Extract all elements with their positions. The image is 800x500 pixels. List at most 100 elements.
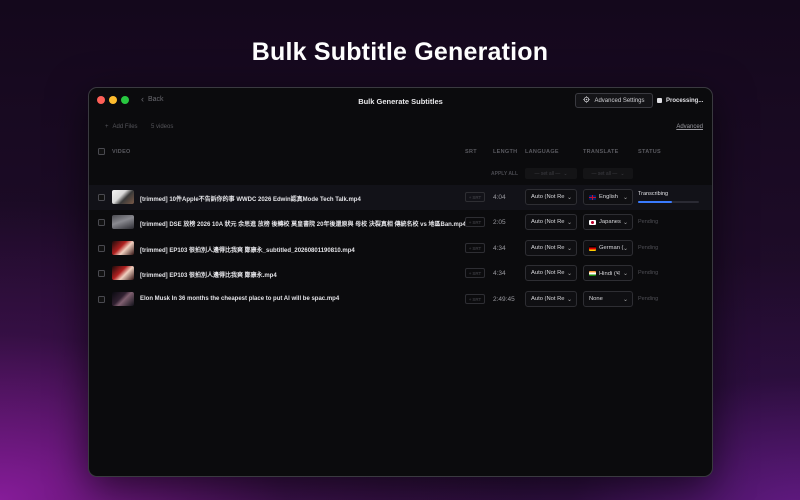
video-thumbnail bbox=[112, 215, 134, 229]
srt-button[interactable]: + SRT bbox=[465, 268, 485, 278]
translate-value: Japanes bbox=[599, 219, 621, 225]
status-text: Pending bbox=[638, 270, 659, 276]
video-count: 5 videos bbox=[151, 124, 174, 130]
chevron-down-icon: ⌄ bbox=[622, 246, 628, 252]
translate-value: English bbox=[599, 194, 619, 200]
status-text: Pending bbox=[638, 245, 659, 251]
row-checkbox[interactable] bbox=[98, 219, 105, 226]
srt-button[interactable]: + SRT bbox=[465, 243, 485, 253]
status-text: Pending bbox=[638, 219, 659, 225]
video-length: 2:49:45 bbox=[493, 296, 515, 303]
translate-select[interactable]: Japanes ⌄ bbox=[583, 214, 633, 230]
language-select[interactable]: Auto (Not Re ⌄ bbox=[525, 214, 577, 230]
video-thumbnail bbox=[112, 266, 134, 280]
language-value: Auto (Not Re bbox=[531, 219, 565, 225]
table-row[interactable]: [trimmed] 10件Apple不告訴你的事 WWDC 2026 Edwin… bbox=[89, 185, 712, 210]
table-row[interactable]: [trimmed] DSE 放榜 2026 10A 狀元 余思進 放榜 後轉校 … bbox=[89, 210, 712, 235]
progress-fill bbox=[638, 201, 672, 203]
select-all-checkbox[interactable] bbox=[98, 148, 105, 155]
advanced-settings-button[interactable]: Advanced Settings bbox=[575, 93, 653, 108]
translate-value: Hindi (भ bbox=[599, 271, 620, 277]
toolbar: + Add Files 5 videos Advanced bbox=[89, 124, 712, 136]
translate-select[interactable]: English ⌄ bbox=[583, 189, 633, 205]
language-select[interactable]: Auto (Not Re ⌄ bbox=[525, 291, 577, 307]
video-length: 4:34 bbox=[493, 245, 506, 252]
add-files-button[interactable]: + Add Files bbox=[105, 124, 138, 130]
table-row[interactable]: Elon Musk In 36 months the cheapest plac… bbox=[89, 287, 712, 312]
advanced-link[interactable]: Advanced bbox=[676, 124, 703, 130]
video-length: 4:04 bbox=[493, 194, 506, 201]
translate-select[interactable]: Hindi (भ ⌄ bbox=[583, 265, 633, 281]
chevron-down-icon: ⌄ bbox=[566, 297, 572, 303]
column-length: LENGTH bbox=[493, 149, 518, 155]
chevron-down-icon: ⌄ bbox=[566, 246, 572, 252]
plus-icon: + bbox=[468, 270, 472, 276]
file-name: [trimmed] 10件Apple不告訴你的事 WWDC 2026 Edwin… bbox=[140, 197, 361, 203]
apply-all-language-select[interactable]: — set all — ⌄ bbox=[525, 168, 577, 179]
column-srt: SRT bbox=[465, 149, 477, 155]
srt-button[interactable]: + SRT bbox=[465, 192, 485, 202]
srt-label: SRT bbox=[472, 194, 482, 200]
stop-square-icon bbox=[657, 98, 662, 103]
chevron-down-icon: ⌄ bbox=[622, 271, 628, 277]
plus-icon: + bbox=[468, 194, 472, 200]
app-window: ‹ Back Bulk Generate Subtitles Advanced … bbox=[88, 87, 713, 477]
apply-all-language-placeholder: — set all — bbox=[534, 170, 561, 177]
row-checkbox[interactable] bbox=[98, 296, 105, 303]
chevron-down-icon: ⌄ bbox=[620, 170, 625, 177]
video-thumbnail bbox=[112, 241, 134, 255]
srt-button[interactable]: + SRT bbox=[465, 217, 485, 227]
row-checkbox[interactable] bbox=[98, 270, 105, 277]
status-text: Pending bbox=[638, 296, 659, 302]
language-select[interactable]: Auto (Not Re ⌄ bbox=[525, 265, 577, 281]
india-flag-icon bbox=[589, 270, 596, 276]
japan-flag-icon bbox=[589, 219, 596, 225]
srt-button[interactable]: + SRT bbox=[465, 294, 485, 304]
video-length: 2:05 bbox=[493, 219, 506, 226]
processing-label: Processing... bbox=[666, 97, 704, 104]
chevron-down-icon: ⌄ bbox=[622, 195, 628, 201]
language-select[interactable]: Auto (Not Re ⌄ bbox=[525, 189, 577, 205]
column-language: LANGUAGE bbox=[525, 149, 559, 155]
language-select[interactable]: Auto (Not Re ⌄ bbox=[525, 240, 577, 256]
row-checkbox[interactable] bbox=[98, 194, 105, 201]
table-header: VIDEO SRT LENGTH LANGUAGE TRANSLATE STAT… bbox=[89, 148, 712, 158]
video-thumbnail bbox=[112, 292, 134, 306]
language-value: Auto (Not Re bbox=[531, 296, 565, 302]
apply-all-label: APPLY ALL bbox=[491, 171, 519, 177]
germany-flag-icon bbox=[589, 245, 596, 251]
chevron-down-icon: ⌄ bbox=[563, 170, 568, 177]
video-length: 4:34 bbox=[493, 270, 506, 277]
srt-label: SRT bbox=[472, 270, 482, 276]
table-row[interactable]: [trimmed] EP103 很拍別人邊得比我爽 鄭康永_subtitled_… bbox=[89, 236, 712, 261]
plus-icon: + bbox=[468, 219, 472, 225]
srt-label: SRT bbox=[472, 245, 482, 251]
file-name: [trimmed] EP103 很拍別人邊得比我爽 鄭康永.mp4 bbox=[140, 273, 277, 279]
translate-select[interactable]: German ( ⌄ bbox=[583, 240, 633, 256]
add-files-label: Add Files bbox=[112, 124, 138, 130]
chevron-down-icon: ⌄ bbox=[566, 271, 572, 277]
translate-select[interactable]: None ⌄ bbox=[583, 291, 633, 307]
advanced-settings-label: Advanced Settings bbox=[594, 97, 645, 104]
title-bar: ‹ Back Bulk Generate Subtitles Advanced … bbox=[89, 88, 712, 114]
apply-all-translate-placeholder: — set all — bbox=[591, 170, 618, 177]
chevron-down-icon: ⌄ bbox=[566, 220, 572, 226]
apply-all-translate-select[interactable]: — set all — ⌄ bbox=[583, 168, 633, 179]
table-row[interactable]: [trimmed] EP103 很拍別人邊得比我爽 鄭康永.mp4 + SRT 4… bbox=[89, 261, 712, 286]
status-text: Transcribing bbox=[638, 191, 669, 197]
file-name: [trimmed] EP103 很拍別人邊得比我爽 鄭康永_subtitled_… bbox=[140, 248, 355, 254]
plus-icon: + bbox=[468, 245, 472, 251]
row-checkbox[interactable] bbox=[98, 245, 105, 252]
language-value: Auto (Not Re bbox=[531, 270, 565, 276]
file-name: Elon Musk In 36 months the cheapest plac… bbox=[140, 296, 340, 302]
uk-flag-icon bbox=[589, 194, 596, 200]
chevron-down-icon: ⌄ bbox=[622, 297, 628, 303]
file-name: [trimmed] DSE 放榜 2026 10A 狀元 余思進 放榜 後轉校 … bbox=[140, 222, 466, 228]
video-thumbnail bbox=[112, 190, 134, 204]
plus-icon: + bbox=[105, 124, 109, 130]
column-video: VIDEO bbox=[112, 149, 131, 155]
srt-label: SRT bbox=[472, 219, 482, 225]
processing-button[interactable]: Processing... bbox=[657, 93, 707, 108]
column-translate: TRANSLATE bbox=[583, 149, 619, 155]
plus-icon: + bbox=[468, 296, 472, 302]
